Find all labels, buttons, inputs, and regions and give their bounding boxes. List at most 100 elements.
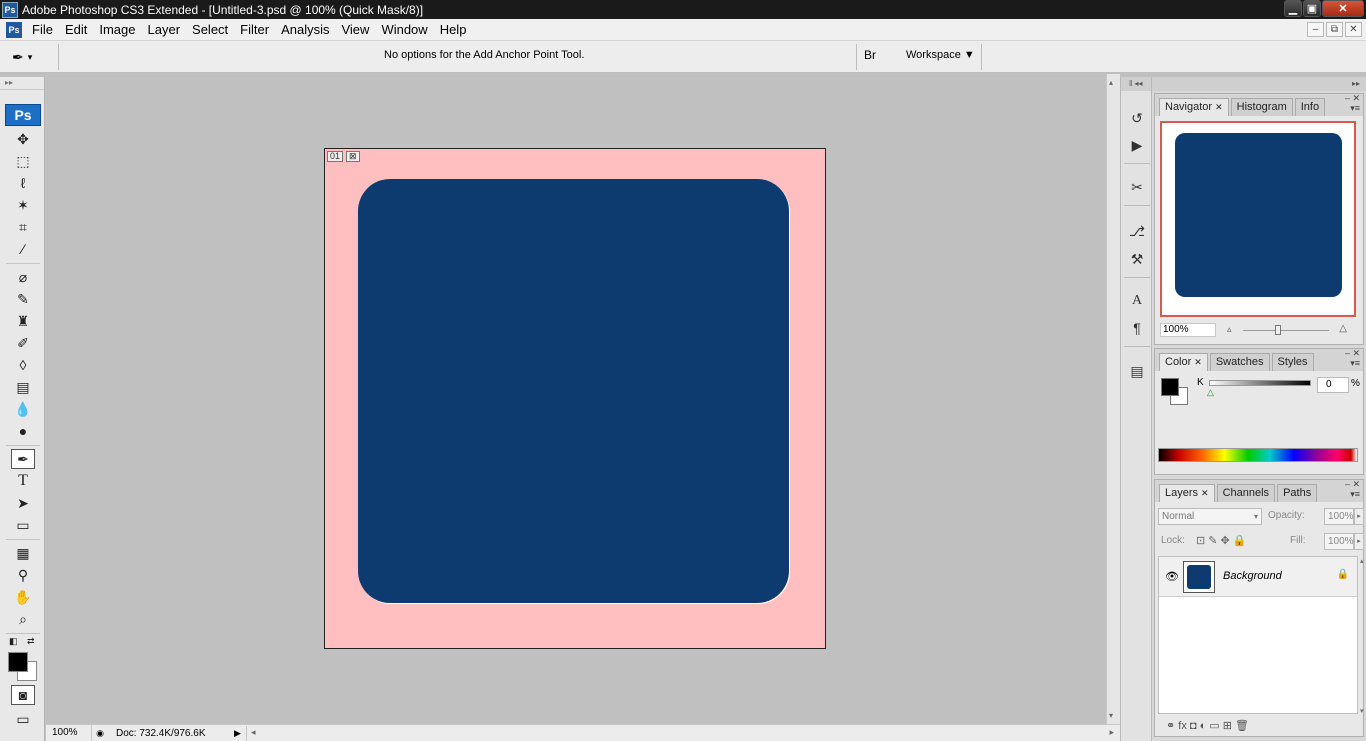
swap-colors-icon[interactable]: ⇄: [27, 636, 35, 647]
zoom-tool-icon[interactable]: ⌕: [11, 609, 35, 629]
menu-file[interactable]: File: [26, 19, 59, 41]
toolbox-grip[interactable]: ▸▸: [0, 77, 44, 90]
lasso-tool-icon[interactable]: ℓ: [11, 173, 35, 193]
layer-row-background[interactable]: 👁 Background 🔒: [1159, 557, 1357, 597]
maximize-button[interactable]: ▣: [1303, 0, 1321, 17]
tab-navigator[interactable]: Navigator ✕: [1159, 98, 1229, 116]
scroll-up-icon[interactable]: ▴: [1109, 78, 1113, 87]
dock-grip[interactable]: ‖ ◂◂: [1121, 77, 1151, 91]
photoshop-badge[interactable]: Ps: [5, 104, 41, 126]
app-menu-icon[interactable]: Ps: [6, 21, 22, 38]
navigator-zoom-input[interactable]: 100%: [1160, 323, 1216, 337]
character-icon[interactable]: A: [1125, 290, 1149, 312]
color-spectrum-ramp[interactable]: [1158, 448, 1358, 462]
doc-minimize-button[interactable]: –: [1307, 22, 1324, 37]
notes-tool-icon[interactable]: ▦: [11, 543, 35, 563]
brushes-icon[interactable]: ⎇: [1125, 220, 1149, 242]
opacity-slider-button[interactable]: ▸: [1354, 508, 1364, 525]
vertical-scrollbar[interactable]: ▴ ▾: [1106, 74, 1120, 724]
menu-filter[interactable]: Filter: [234, 19, 275, 41]
menu-analysis[interactable]: Analysis: [275, 19, 335, 41]
menu-edit[interactable]: Edit: [59, 19, 93, 41]
dodge-tool-icon[interactable]: ●: [11, 421, 35, 441]
workspace-menu-button[interactable]: Workspace ▼: [906, 49, 975, 61]
scroll-down-icon[interactable]: ▾: [1360, 707, 1364, 715]
lock-options-icons[interactable]: ⊡ ✎ ✥ 🔒: [1196, 534, 1247, 547]
zoom-level[interactable]: 100%: [46, 724, 92, 741]
blend-mode-select[interactable]: Normal ▾: [1158, 508, 1262, 525]
horizontal-scrollbar[interactable]: ◂ ▸: [246, 725, 1120, 741]
clone-source-icon[interactable]: ⚒: [1125, 248, 1149, 270]
slider-thumb[interactable]: [1275, 325, 1281, 335]
tab-color[interactable]: Color ✕: [1159, 353, 1208, 371]
status-menu-arrow-icon[interactable]: ▶: [234, 728, 246, 739]
history-icon[interactable]: ↺: [1125, 107, 1149, 129]
layers-footer-buttons[interactable]: ⚭ fx ◘ ◐ ▭ ⊞ 🗑: [1158, 716, 1361, 734]
close-icon[interactable]: ✕: [1194, 357, 1202, 367]
menu-layer[interactable]: Layer: [142, 19, 187, 41]
bridge-icon[interactable]: Br: [864, 48, 886, 66]
close-button[interactable]: ✕: [1322, 0, 1364, 17]
close-icon[interactable]: ✕: [1215, 102, 1223, 112]
foreground-color-swatch[interactable]: [8, 652, 28, 672]
status-icon[interactable]: ◉: [92, 728, 108, 739]
scroll-left-icon[interactable]: ◂: [251, 727, 256, 738]
k-slider-marker-icon[interactable]: △: [1207, 387, 1214, 398]
blur-tool-icon[interactable]: 💧: [11, 399, 35, 419]
menu-window[interactable]: Window: [375, 19, 433, 41]
panel-menu-icon[interactable]: ▾≡: [1350, 103, 1360, 114]
slice-tool-icon[interactable]: ∕: [11, 239, 35, 259]
marquee-tool-icon[interactable]: ⬚: [11, 151, 35, 171]
hand-tool-icon[interactable]: ✋: [11, 587, 35, 607]
minimize-button[interactable]: ▁: [1284, 0, 1302, 17]
navigator-zoom-slider[interactable]: ▵ △: [1225, 323, 1355, 336]
color-foreground-swatch[interactable]: [1161, 378, 1179, 396]
tab-channels[interactable]: Channels: [1216, 484, 1276, 502]
move-tool-icon[interactable]: ✥: [11, 129, 35, 149]
clone-stamp-tool-icon[interactable]: ♜: [11, 311, 35, 331]
k-value-input[interactable]: 0: [1317, 377, 1349, 393]
paragraph-icon[interactable]: ¶: [1125, 317, 1149, 339]
eraser-tool-icon[interactable]: ◊: [11, 355, 35, 375]
zoom-out-icon[interactable]: ▵: [1227, 324, 1232, 335]
panel-menu-icon[interactable]: ▾≡: [1350, 358, 1360, 369]
tab-styles[interactable]: Styles: [1271, 353, 1314, 371]
healing-brush-tool-icon[interactable]: ⌀: [11, 267, 35, 287]
tab-histogram[interactable]: Histogram: [1230, 98, 1293, 116]
doc-close-button[interactable]: ✕: [1345, 22, 1362, 37]
eyedropper-tool-icon[interactable]: ⚲: [11, 565, 35, 585]
tool-preset-picker[interactable]: ✒ ▾: [12, 46, 52, 68]
tool-presets-icon[interactable]: ✂: [1125, 176, 1149, 198]
tab-layers[interactable]: Layers ✕: [1159, 484, 1215, 502]
pen-tool-icon[interactable]: ✒: [11, 449, 35, 469]
brush-tool-icon[interactable]: ✎: [11, 289, 35, 309]
navigator-preview[interactable]: [1160, 121, 1356, 317]
path-selection-tool-icon[interactable]: ➤: [11, 493, 35, 513]
zoom-in-icon[interactable]: △: [1339, 323, 1347, 334]
gradient-tool-icon[interactable]: ▤: [11, 377, 35, 397]
menu-image[interactable]: Image: [93, 19, 141, 41]
panel-menu-icon[interactable]: ▾≡: [1350, 489, 1360, 500]
menu-select[interactable]: Select: [186, 19, 234, 41]
tab-paths[interactable]: Paths: [1277, 484, 1318, 502]
doc-restore-button[interactable]: ⧉: [1326, 22, 1343, 37]
fill-input[interactable]: 100%: [1324, 533, 1354, 550]
actions-icon[interactable]: ▶: [1125, 134, 1149, 156]
screen-mode-icon[interactable]: ▭: [11, 709, 35, 729]
k-channel-slider[interactable]: [1209, 380, 1311, 386]
tab-swatches[interactable]: Swatches: [1209, 353, 1270, 371]
scroll-right-icon[interactable]: ▸: [1109, 727, 1114, 738]
layers-scrollbar[interactable]: ▴ ▾: [1359, 557, 1366, 715]
tab-info[interactable]: Info: [1294, 98, 1326, 116]
close-icon[interactable]: ✕: [1201, 488, 1209, 498]
rounded-rectangle-shape[interactable]: [358, 179, 789, 603]
scroll-up-icon[interactable]: ▴: [1360, 557, 1364, 565]
panel-dock-grip[interactable]: ▸▸: [1152, 77, 1366, 91]
layer-comps-icon[interactable]: ▤: [1125, 360, 1149, 382]
layer-name[interactable]: Background: [1223, 570, 1282, 582]
shape-tool-icon[interactable]: ▭: [11, 515, 35, 535]
magic-wand-tool-icon[interactable]: ✶: [11, 195, 35, 215]
eye-icon[interactable]: 👁: [1165, 570, 1179, 583]
fill-slider-button[interactable]: ▸: [1354, 533, 1364, 550]
history-brush-tool-icon[interactable]: ✐: [11, 333, 35, 353]
